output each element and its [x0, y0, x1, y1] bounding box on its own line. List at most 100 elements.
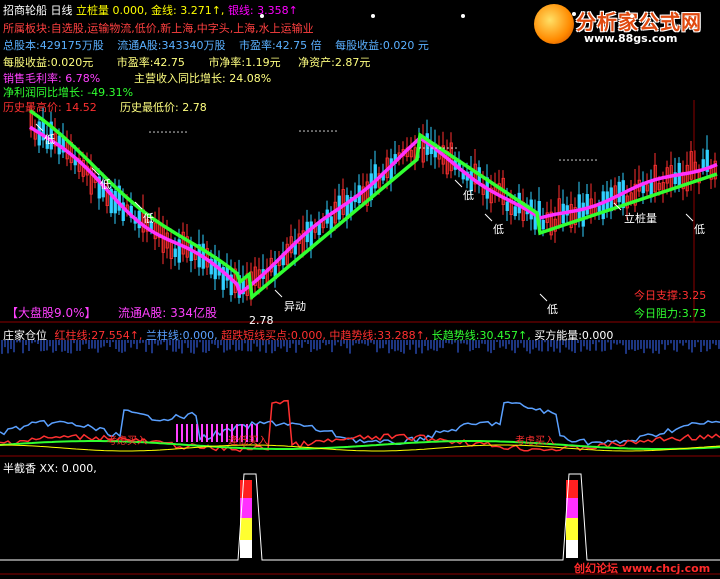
blue-bar-label: 兰柱线: [145, 329, 183, 342]
candle-body [585, 194, 589, 215]
dotted-mark [587, 159, 589, 161]
annotation-arrow [274, 289, 283, 298]
buy-bar [201, 424, 203, 442]
dotted-mark [157, 131, 159, 133]
signal-white [240, 540, 252, 558]
low-marker-6: 低 [547, 303, 558, 316]
dotted-mark [331, 130, 333, 132]
low-marker-7: 低 [694, 223, 705, 236]
dotted-mark [299, 130, 301, 132]
buy-label-2: 逢低买入 [228, 436, 268, 447]
long-trend-value: 30.457↑, [479, 329, 531, 342]
panel2-title[interactable]: 庄家仓位 [3, 329, 47, 342]
dotted-mark [173, 131, 175, 133]
dotted-mark [185, 131, 187, 133]
dotted-mark [315, 130, 317, 132]
signal-magenta [566, 498, 578, 518]
header-star-icon [630, 14, 634, 18]
red-bar-label: 红柱线: [54, 329, 92, 342]
annotation-arrow [454, 179, 463, 188]
buy-bar [181, 424, 183, 442]
candle-body [505, 201, 509, 212]
dotted-mark [575, 159, 577, 161]
buyer-energy-label: 买方能量: [534, 329, 582, 342]
header-star-icon [260, 14, 264, 18]
oversold-value: 0.000, [290, 329, 326, 342]
panel3-value: XX: 0.000, [39, 462, 97, 475]
candle-body [389, 158, 393, 182]
dotted-mark [583, 159, 585, 161]
buy-bar [221, 424, 223, 442]
panel3-header: 半截香 XX: 0.000, [3, 460, 97, 476]
resistance-level: 今日阻力:3.73 [634, 305, 706, 321]
dotted-mark [563, 159, 565, 161]
dotted-mark [307, 130, 309, 132]
signal-red [240, 480, 252, 498]
buy-bar [191, 424, 193, 442]
buy-label-1: 考虑买入 [107, 436, 147, 447]
dotted-mark [169, 131, 171, 133]
lizhuang-label: 立桩量 [624, 212, 657, 225]
low-marker-1: 低 [44, 133, 55, 146]
resistance-value: 3.73 [681, 307, 707, 320]
buy-bar [206, 424, 208, 442]
dotted-mark [435, 147, 437, 149]
candle-body [577, 194, 581, 220]
resistance-label: 今日阻力: [634, 307, 682, 320]
dotted-mark [559, 159, 561, 161]
annotation-arrow [539, 293, 548, 302]
candle-body [513, 206, 517, 217]
dotted-mark [327, 130, 329, 132]
buy-bar [216, 424, 218, 442]
dotted-mark [161, 131, 163, 133]
candle-body [541, 219, 545, 230]
support-level: 今日支撑:3.25 [634, 287, 706, 303]
candle-body [601, 191, 605, 220]
buyer-energy-value: 0.000 [581, 329, 614, 342]
float-label: 流通A股: 334亿股 [118, 304, 217, 321]
dotted-mark [303, 130, 305, 132]
blue-bar-value: 0.000, [182, 329, 218, 342]
annotation-arrow [685, 213, 694, 222]
annotation-arrow [484, 213, 493, 222]
dotted-mark [423, 147, 425, 149]
buy-bar [211, 424, 213, 442]
low-price-label: 2.78 [249, 314, 274, 327]
dotted-mark [567, 159, 569, 161]
buy-bar [176, 424, 178, 442]
footer-watermark: 创幻论坛 www.chcj.com [574, 562, 711, 575]
header-star-icon [572, 12, 576, 16]
support-label: 今日支撑: [634, 289, 682, 302]
step-line [0, 473, 720, 561]
signal-white [566, 540, 578, 558]
price-chart[interactable] [0, 0, 720, 579]
buy-bar [196, 424, 198, 442]
panel2-header: 庄家仓位 红柱线:27.554↑, 兰柱线:0.000, 超跌短线买点:0.00… [3, 327, 613, 343]
dotted-mark [455, 147, 457, 149]
dotted-mark [149, 131, 151, 133]
low-marker-5: 低 [493, 223, 504, 236]
dotted-mark [335, 130, 337, 132]
signal-yellow [566, 518, 578, 540]
support-value: 3.25 [681, 289, 707, 302]
dotted-mark [311, 130, 313, 132]
candle-body [329, 216, 333, 230]
oversold-label: 超跌短线买点: [221, 329, 291, 342]
dotted-mark [181, 131, 183, 133]
dotted-mark [579, 159, 581, 161]
red-bar-value: 27.554↑, [91, 329, 143, 342]
signal-yellow [240, 518, 252, 540]
cap-label: 【大盘股9.0%】 [6, 306, 97, 320]
dotted-mark [419, 147, 421, 149]
dotted-mark [591, 159, 593, 161]
candle-body [581, 202, 585, 227]
long-trend-label: 长趋势线: [431, 329, 480, 342]
panel3-title[interactable]: 半截香 [3, 462, 36, 475]
dotted-mark [319, 130, 321, 132]
float-label-value: 334亿股 [170, 306, 217, 320]
header-star-icon [371, 14, 375, 18]
dotted-mark [571, 159, 573, 161]
dotted-mark [439, 147, 441, 149]
dotted-mark [177, 131, 179, 133]
dotted-mark [323, 130, 325, 132]
